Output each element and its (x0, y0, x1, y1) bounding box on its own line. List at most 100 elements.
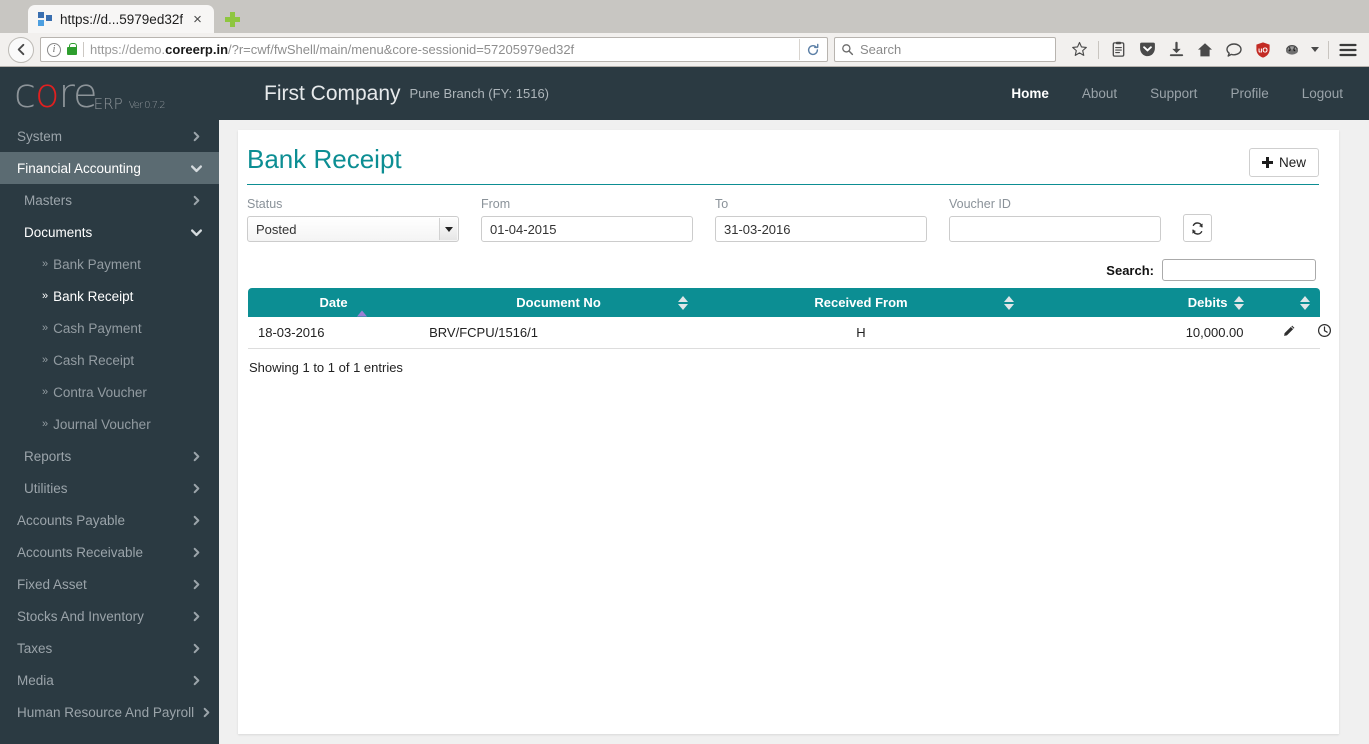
sidebar-item-label: Contra Voucher (53, 384, 147, 400)
hamburger-menu-icon[interactable] (1335, 37, 1361, 63)
sidebar-item-utilities[interactable]: Utilities (0, 472, 219, 504)
url-scheme: https://demo. (90, 42, 166, 57)
sidebar-item-fixed-asset[interactable]: Fixed Asset (0, 568, 219, 600)
table-footer-info: Showing 1 to 1 of 1 entries (249, 359, 403, 375)
nav-about[interactable]: About (1082, 86, 1117, 101)
bullet-icon: » (42, 354, 49, 366)
sidebar-item-stocks-and-inventory[interactable]: Stocks And Inventory (0, 600, 219, 632)
dropdown-caret-icon[interactable] (1308, 37, 1322, 63)
reader-list-icon[interactable] (1105, 37, 1131, 63)
logo-re: re (58, 70, 97, 117)
sidebar-item-media[interactable]: Media (0, 664, 219, 696)
chevron-down-icon (439, 218, 457, 240)
app-header: c o re ERP Ver 0.7.2 First Company Pune Bran… (0, 67, 1369, 120)
refresh-button[interactable] (1183, 214, 1212, 242)
sidebar-item-label: System (17, 128, 63, 144)
browser-tab[interactable]: https://d...5979ed32f × (28, 5, 214, 33)
url-bar[interactable]: i https://demo.coreerp.in/?r=cwf/fwShell… (40, 37, 828, 62)
voucher-id-group: Voucher ID (949, 197, 1161, 242)
sidebar-item-cash-payment[interactable]: » Cash Payment (0, 312, 219, 344)
sidebar-item-system[interactable]: System (0, 120, 219, 152)
column-header-received-from[interactable]: Received From (697, 288, 1025, 317)
to-label: To (715, 197, 729, 211)
sidebar-item-label: Journal Voucher (53, 416, 151, 432)
from-date-value: 01-04-2015 (490, 221, 557, 237)
column-header-actions[interactable] (1253, 288, 1320, 317)
ublock-origin-icon[interactable]: uO (1250, 37, 1276, 63)
back-arrow-icon (17, 43, 24, 56)
nav-logout[interactable]: Logout (1302, 86, 1343, 101)
browser-window: https://d...5979ed32f × i https://demo.c… (0, 0, 1369, 744)
sidebar-item-bank-receipt[interactable]: » Bank Receipt (0, 280, 219, 312)
sort-toggle-icon (1004, 295, 1015, 310)
bullet-icon: » (42, 418, 49, 430)
sidebar-item-taxes[interactable]: Taxes (0, 632, 219, 664)
sidebar-item-contra-voucher[interactable]: » Contra Voucher (0, 376, 219, 408)
filter-bar: Status Posted From 01-04-2015 To 31-03-2… (247, 185, 1319, 242)
from-date-input[interactable]: 01-04-2015 (481, 216, 693, 242)
sidebar-item-label: Documents (24, 224, 93, 240)
status-select[interactable]: Posted (247, 216, 459, 242)
to-date-value: 31-03-2016 (724, 221, 791, 237)
sidebar-item-label: Cash Payment (53, 320, 142, 336)
column-label: Document No (516, 295, 601, 310)
column-header-document-no[interactable]: Document No (419, 288, 698, 317)
new-button[interactable]: New (1248, 148, 1319, 177)
new-tab-button[interactable] (220, 5, 246, 33)
pocket-icon[interactable] (1134, 37, 1160, 63)
sidebar-item-label: Utilities (24, 480, 68, 496)
column-header-debits[interactable]: Debits (1024, 288, 1254, 317)
download-icon[interactable] (1163, 37, 1189, 63)
reload-button[interactable] (799, 39, 825, 60)
sidebar-item-reports[interactable]: Reports (0, 440, 219, 472)
sidebar-item-documents[interactable]: Documents (0, 216, 219, 248)
sidebar-item-bank-payment[interactable]: » Bank Payment (0, 248, 219, 280)
svg-text:uO: uO (1258, 47, 1268, 54)
new-button-label: New (1278, 155, 1306, 170)
browser-toolbar: i https://demo.coreerp.in/?r=cwf/fwShell… (0, 33, 1369, 67)
table-search-row: Search: (247, 242, 1319, 288)
history-clock-icon[interactable] (1317, 323, 1332, 341)
sidebar-item-masters[interactable]: Masters (0, 184, 219, 216)
status-label: Status (247, 197, 283, 211)
plus-icon (225, 11, 241, 27)
sidebar-item-accounts-receivable[interactable]: Accounts Receivable (0, 536, 219, 568)
nav-profile[interactable]: Profile (1230, 86, 1268, 101)
bullet-icon: » (42, 386, 49, 398)
page-title: Bank Receipt (247, 144, 402, 174)
sidebar-item-journal-voucher[interactable]: » Journal Voucher (0, 408, 219, 440)
close-icon[interactable]: × (190, 12, 205, 27)
nav-support[interactable]: Support (1150, 86, 1197, 101)
edit-pencil-icon[interactable] (1282, 324, 1296, 341)
sidebar-item-financial-accounting[interactable]: Financial Accounting (0, 152, 219, 184)
browser-search-placeholder: Search (860, 42, 902, 57)
status-filter-group: Status Posted (247, 197, 459, 242)
back-button[interactable] (8, 36, 34, 63)
page-info-icon[interactable]: i (47, 42, 61, 57)
browser-search-bar[interactable]: Search (834, 37, 1056, 62)
table-header: Date Document No Received From Debits (248, 288, 1320, 317)
table-body: 18-03-2016 BRV/FCPU/1516/1 H 10,000.00 (248, 317, 1332, 349)
nav-home[interactable]: Home (1011, 86, 1049, 101)
from-date-group: From 01-04-2015 (481, 197, 693, 242)
bookmark-star-icon[interactable] (1066, 37, 1092, 63)
to-date-input[interactable]: 31-03-2016 (715, 216, 927, 242)
sidebar-item-human-resource-and-payroll[interactable]: Human Resource And Payroll (0, 696, 219, 728)
voucher-id-input[interactable] (949, 216, 1161, 242)
sidebar-item-label: Cash Receipt (53, 352, 135, 368)
search-input[interactable] (1162, 259, 1316, 281)
logo-erp: ERP (93, 94, 123, 113)
chat-bubble-icon[interactable] (1221, 37, 1247, 63)
table-row[interactable]: 18-03-2016 BRV/FCPU/1516/1 H 10,000.00 (248, 317, 1332, 349)
sidebar-item-cash-receipt[interactable]: » Cash Receipt (0, 344, 219, 376)
column-header-date[interactable]: Date (248, 288, 420, 317)
chevron-right-icon (190, 450, 203, 463)
app-logo[interactable]: c o re ERP Ver 0.7.2 (0, 67, 219, 120)
logo-version: Ver 0.7.2 (128, 99, 166, 111)
reload-icon (807, 43, 818, 55)
privacy-badger-icon[interactable] (1279, 37, 1305, 63)
chevron-right-icon (190, 130, 203, 143)
status-selected-value: Posted (256, 221, 297, 237)
home-icon[interactable] (1192, 37, 1218, 63)
sidebar-item-accounts-payable[interactable]: Accounts Payable (0, 504, 219, 536)
